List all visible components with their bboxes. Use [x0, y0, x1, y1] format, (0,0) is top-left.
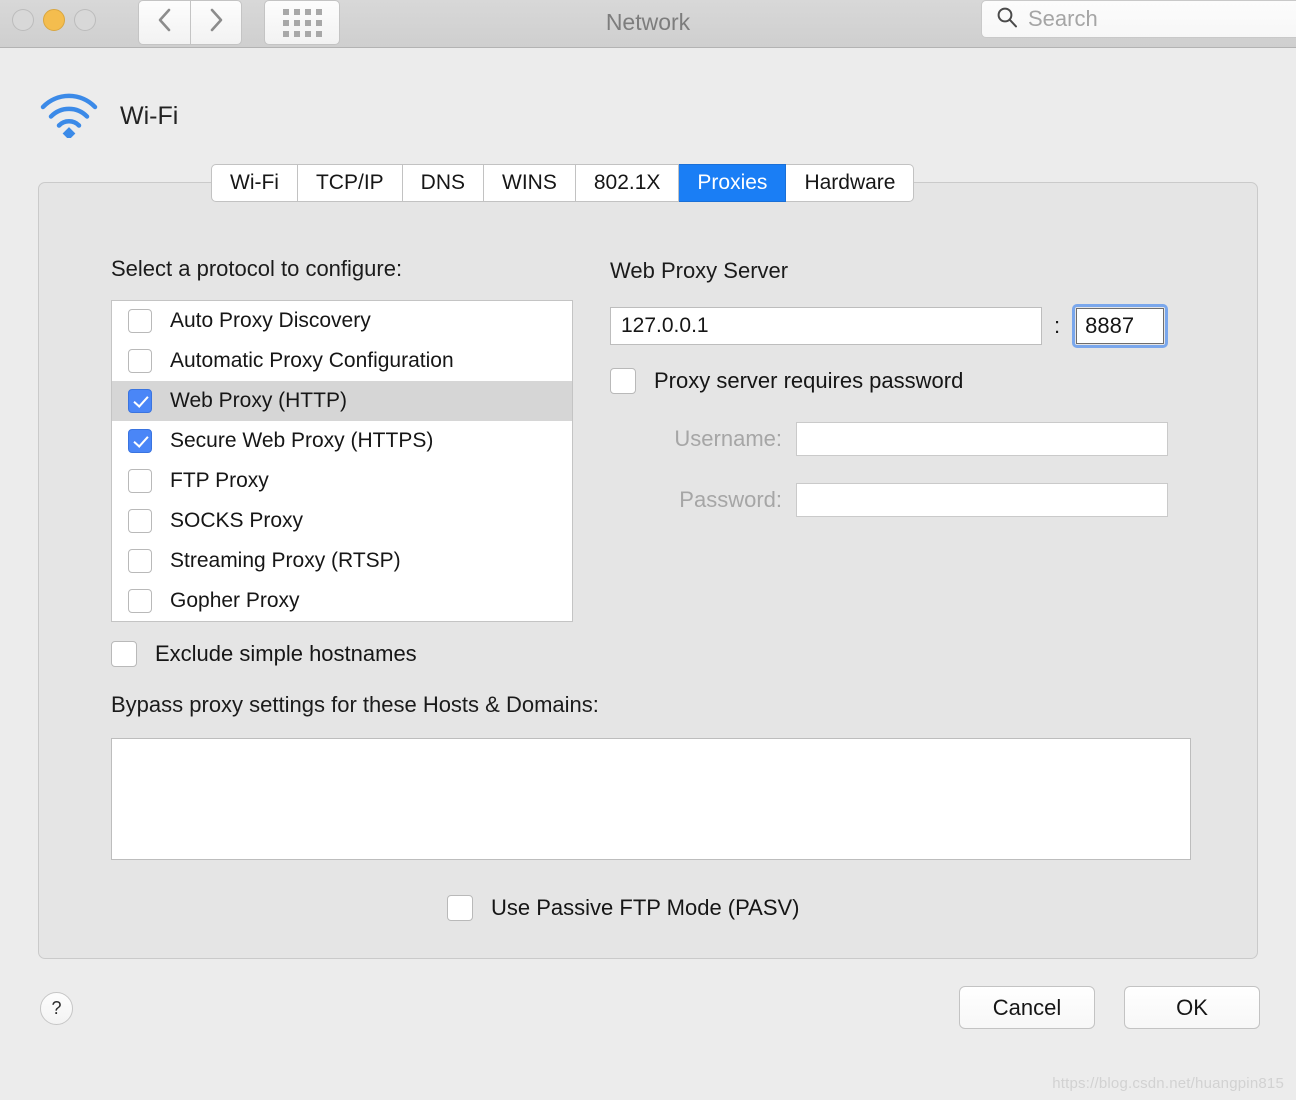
tab-wifi[interactable]: Wi-Fi [211, 164, 298, 202]
protocol-label: Web Proxy (HTTP) [170, 389, 347, 412]
tab-dns[interactable]: DNS [402, 164, 485, 202]
protocol-label: Gopher Proxy [170, 589, 300, 612]
requires-password-label: Proxy server requires password [654, 368, 964, 393]
tab-label: 802.1X [593, 171, 661, 194]
protocol-checkbox[interactable] [128, 589, 152, 613]
protocol-row-gopher-proxy[interactable]: Gopher Proxy [112, 581, 572, 621]
bypass-list-textarea[interactable] [111, 738, 1191, 860]
protocol-checkbox[interactable] [128, 509, 152, 533]
password-row: Password: [610, 483, 1168, 517]
proxy-host-input[interactable]: 127.0.0.1 [610, 307, 1042, 345]
protocol-label: Auto Proxy Discovery [170, 309, 371, 332]
username-field[interactable] [796, 422, 1168, 456]
exclude-simple-hostnames-checkbox[interactable] [111, 641, 137, 667]
tab-label: Wi-Fi [230, 171, 279, 194]
tab-8021x[interactable]: 802.1X [575, 164, 680, 202]
protocol-label: FTP Proxy [170, 469, 269, 492]
password-label: Password: [679, 487, 782, 512]
protocol-row-ftp-proxy[interactable]: FTP Proxy [112, 461, 572, 501]
protocol-label: Secure Web Proxy (HTTPS) [170, 429, 434, 452]
passive-ftp-label: Use Passive FTP Mode (PASV) [491, 895, 800, 920]
protocol-label: SOCKS Proxy [170, 509, 304, 532]
tab-label: Hardware [804, 171, 896, 194]
search-input[interactable]: Search [981, 0, 1296, 38]
protocol-row-web-proxy-http[interactable]: Web Proxy (HTTP) [112, 381, 572, 421]
password-field[interactable] [796, 483, 1168, 517]
watermark: https://blog.csdn.net/huangpin815 [1052, 1075, 1284, 1092]
protocol-label: Automatic Proxy Configuration [170, 349, 454, 372]
tab-label: DNS [420, 171, 466, 194]
protocol-row-automatic-proxy-configuration[interactable]: Automatic Proxy Configuration [112, 341, 572, 381]
username-label: Username: [674, 426, 782, 451]
service-name: Wi-Fi [120, 102, 179, 130]
protocol-checkbox[interactable] [128, 469, 152, 493]
protocol-list[interactable]: Auto Proxy Discovery Automatic Proxy Con… [111, 300, 573, 622]
protocol-label: Streaming Proxy (RTSP) [170, 549, 401, 572]
tab-label: Proxies [697, 171, 768, 194]
cancel-button[interactable]: Cancel [959, 986, 1095, 1029]
window-toolbar: Network Search [0, 0, 1296, 48]
protocol-row-streaming-proxy-rtsp[interactable]: Streaming Proxy (RTSP) [112, 541, 572, 581]
protocol-checkbox[interactable] [128, 349, 152, 373]
exclude-simple-hostnames-row[interactable]: Exclude simple hostnames [111, 641, 417, 667]
requires-password-row[interactable]: Proxy server requires password [610, 368, 963, 394]
bypass-list-label: Bypass proxy settings for these Hosts & … [111, 692, 599, 717]
tab-label: TCP/IP [315, 171, 384, 194]
help-button[interactable]: ? [40, 992, 73, 1025]
tab-wins[interactable]: WINS [484, 164, 576, 202]
tab-bar: Wi-Fi TCP/IP DNS WINS 802.1X Proxies Har… [211, 164, 915, 202]
passive-ftp-row[interactable]: Use Passive FTP Mode (PASV) [447, 895, 800, 921]
tab-hardware[interactable]: Hardware [786, 164, 915, 202]
protocol-checkbox[interactable] [128, 429, 152, 453]
protocol-row-auto-proxy-discovery[interactable]: Auto Proxy Discovery [112, 301, 572, 341]
username-row: Username: [610, 422, 1168, 456]
search-placeholder: Search [1028, 6, 1098, 31]
protocol-list-label: Select a protocol to configure: [111, 256, 403, 281]
protocol-checkbox[interactable] [128, 389, 152, 413]
ok-button[interactable]: OK [1124, 986, 1260, 1029]
proxy-server-row: 127.0.0.1 : 8887 [610, 304, 1169, 348]
protocol-row-socks-proxy[interactable]: SOCKS Proxy [112, 501, 572, 541]
proxy-server-section-title: Web Proxy Server [610, 258, 789, 283]
protocol-row-secure-web-proxy-https[interactable]: Secure Web Proxy (HTTPS) [112, 421, 572, 461]
tab-tcpip[interactable]: TCP/IP [297, 164, 403, 202]
passive-ftp-checkbox[interactable] [447, 895, 473, 921]
exclude-simple-hostnames-label: Exclude simple hostnames [155, 641, 417, 666]
wifi-icon [38, 90, 100, 143]
port-separator: : [1054, 313, 1061, 338]
search-icon [996, 6, 1018, 33]
requires-password-checkbox[interactable] [610, 368, 636, 394]
protocol-checkbox[interactable] [128, 309, 152, 333]
tab-label: WINS [502, 171, 557, 194]
service-header: Wi-Fi [38, 90, 178, 143]
proxy-port-focus-ring: 8887 [1072, 304, 1169, 348]
proxy-port-input[interactable]: 8887 [1076, 308, 1165, 344]
tab-proxies[interactable]: Proxies [679, 164, 787, 202]
protocol-checkbox[interactable] [128, 549, 152, 573]
